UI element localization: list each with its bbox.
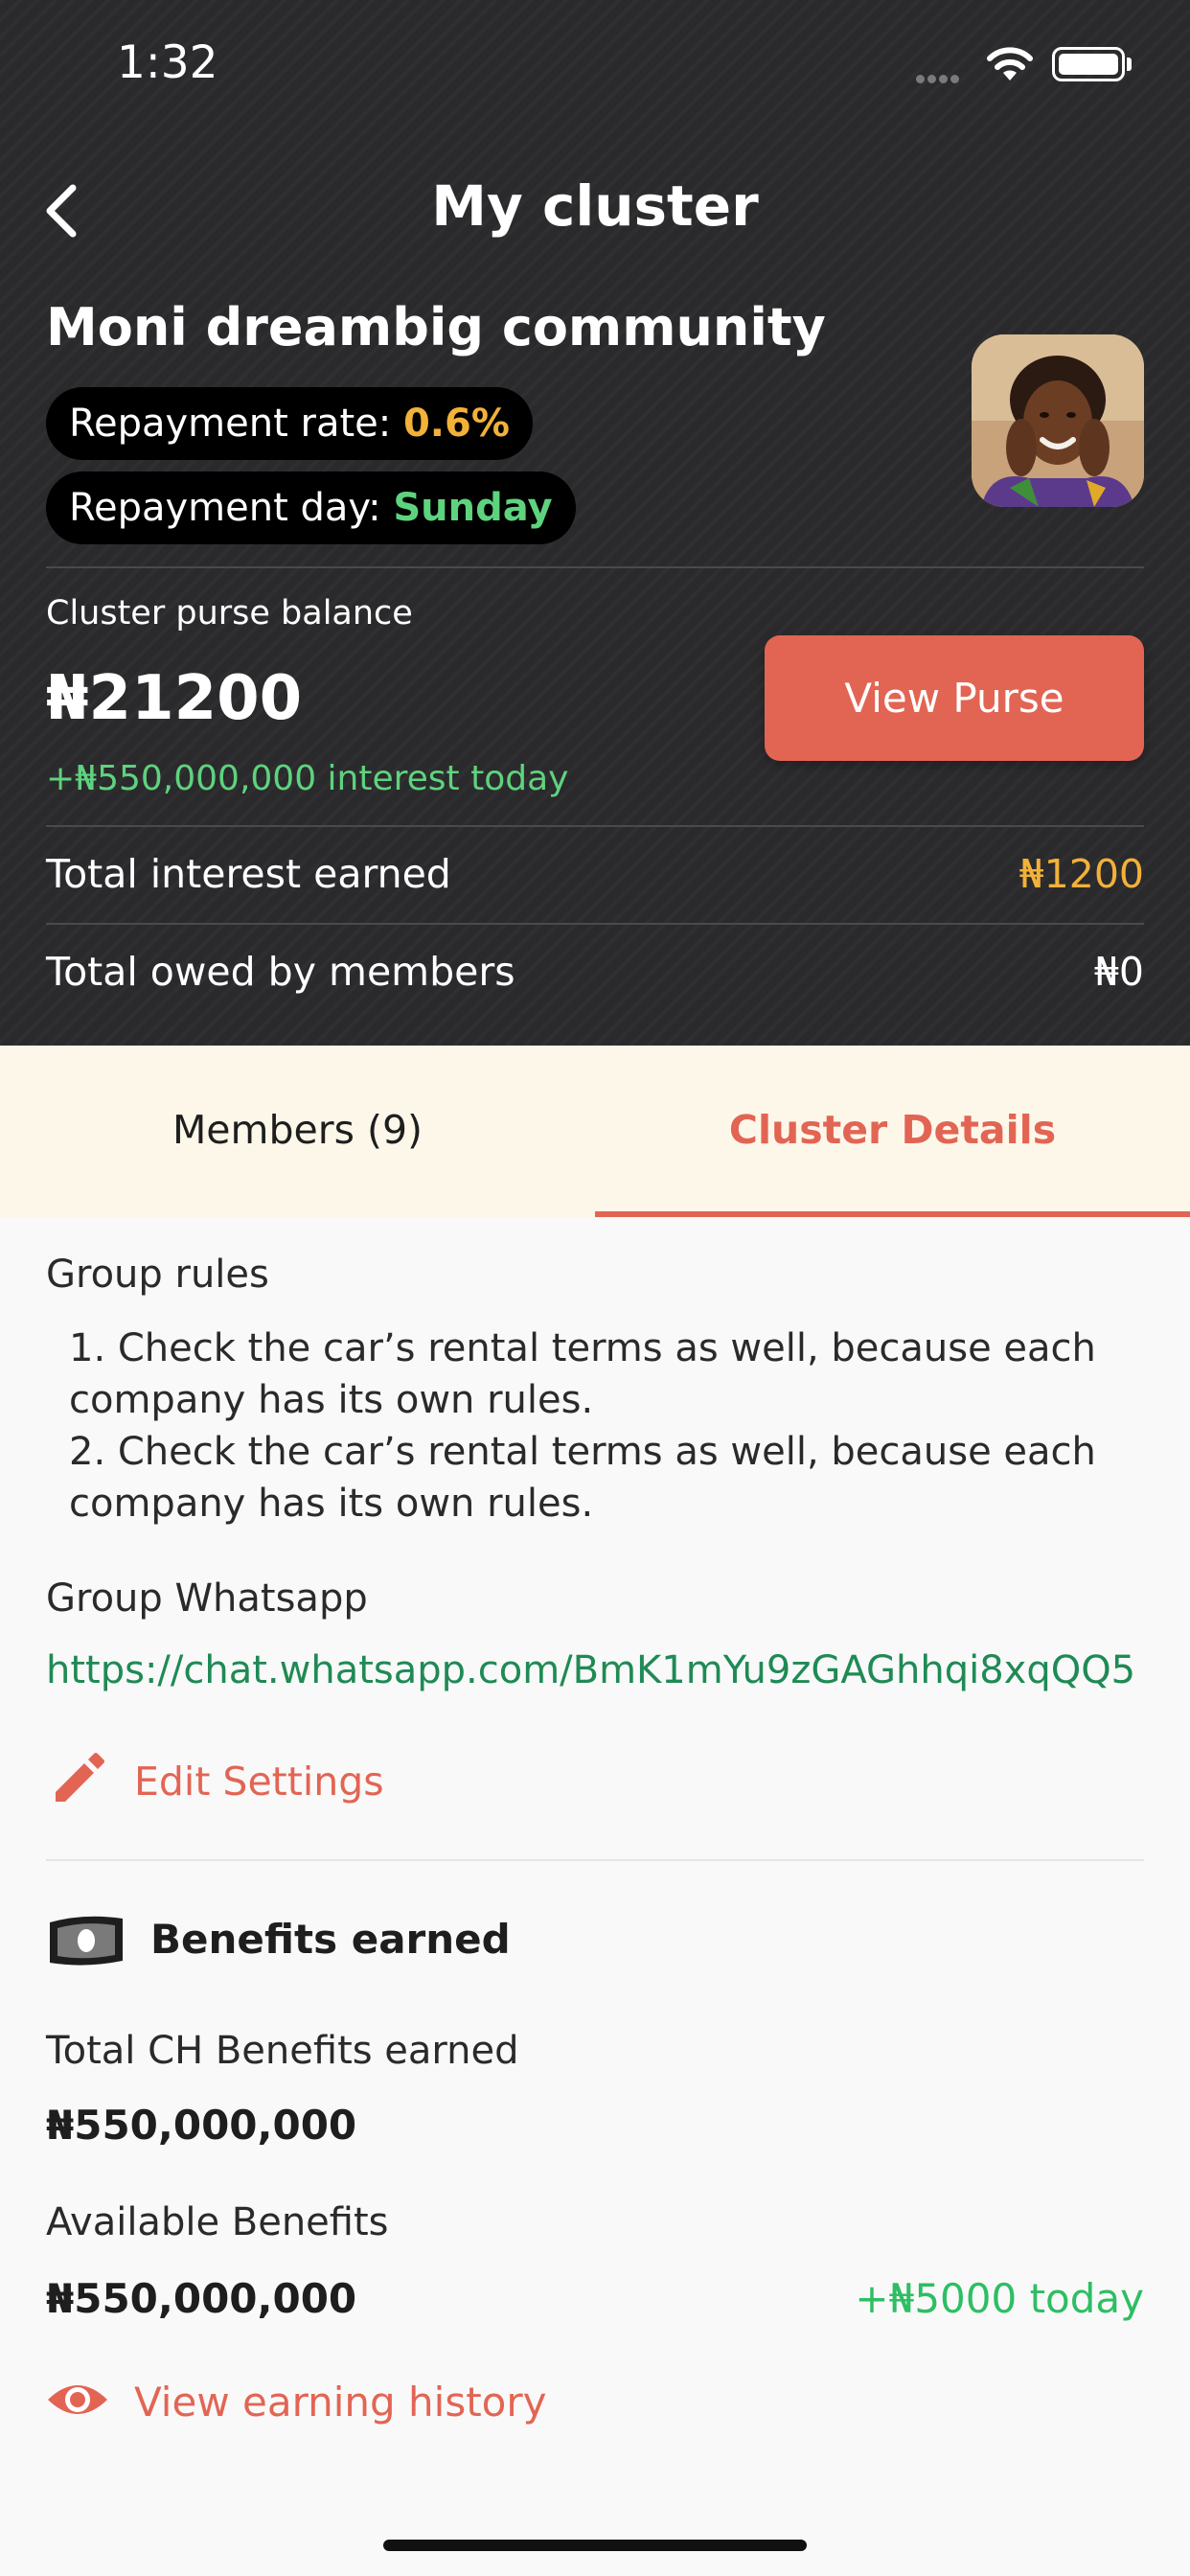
summary-divider-bottom [46,923,1144,925]
eye-icon[interactable] [46,2377,109,2423]
group-whatsapp-label: Group Whatsapp [46,1576,368,1621]
view-earning-history-link[interactable]: View earning history [134,2379,547,2426]
repayment-rate-label: Repayment rate: [69,402,392,446]
whatsapp-link[interactable]: https://chat.whatsapp.com/BmK1mYu9zGAGhh… [46,1648,1135,1692]
edit-settings-link[interactable]: Edit Settings [134,1759,384,1805]
tab-bar: Members (9) Cluster Details [0,1046,1190,1218]
status-time: 1:32 [117,36,218,89]
total-benefits-value: ₦550,000,000 [46,2102,357,2149]
signal-icon [916,69,962,87]
cluster-header: 1:32 My cluster Moni dreambig community … [0,0,1190,1046]
money-icon [50,1916,123,1966]
available-benefits-value: ₦550,000,000 [46,2275,357,2322]
rule-item: 2. Check the car’s rental terms as well,… [69,1430,1096,1526]
available-today: +₦5000 today [855,2275,1144,2322]
benefits-title: Benefits earned [150,1916,511,1963]
interest-today: +₦550,000,000 interest today [46,759,569,798]
battery-tip [1127,58,1132,71]
wifi-icon [987,47,1033,80]
tab-cluster-details[interactable]: Cluster Details [595,1046,1190,1218]
cluster-avatar[interactable] [972,334,1144,507]
purse-balance-value: ₦21200 [46,663,303,734]
page-title: My cluster [431,173,759,239]
repayment-day-label: Repayment day: [69,486,381,530]
available-benefits-label: Available Benefits [46,2200,389,2244]
summary-divider-top [46,825,1144,827]
cluster-name: Moni dreambig community [46,297,826,357]
battery-icon [1052,47,1125,81]
group-rules-label: Group rules [46,1253,269,1297]
active-tab-indicator [595,1211,1190,1217]
total-interest-value: ₦1200 [1018,851,1144,897]
repayment-rate-badge: Repayment rate: 0.6% [46,387,533,460]
rule-item: 1. Check the car’s rental terms as well,… [69,1326,1096,1422]
repayment-day-badge: Repayment day: Sunday [46,472,576,544]
total-owed-value: ₦0 [1093,949,1144,995]
pencil-icon[interactable] [50,1752,105,1807]
home-indicator[interactable] [383,2540,807,2551]
avatar-portrait [972,334,1144,507]
total-benefits-label: Total CH Benefits earned [46,2029,519,2073]
header-divider [46,566,1144,568]
repayment-day-value: Sunday [393,486,553,530]
purse-balance-label: Cluster purse balance [46,594,413,632]
total-owed-label: Total owed by members [46,949,515,995]
section-divider [46,1859,1144,1861]
repayment-rate-value: 0.6% [402,402,510,446]
total-interest-label: Total interest earned [46,851,451,897]
view-purse-button[interactable]: View Purse [765,635,1144,761]
tab-members[interactable]: Members (9) [0,1046,595,1218]
